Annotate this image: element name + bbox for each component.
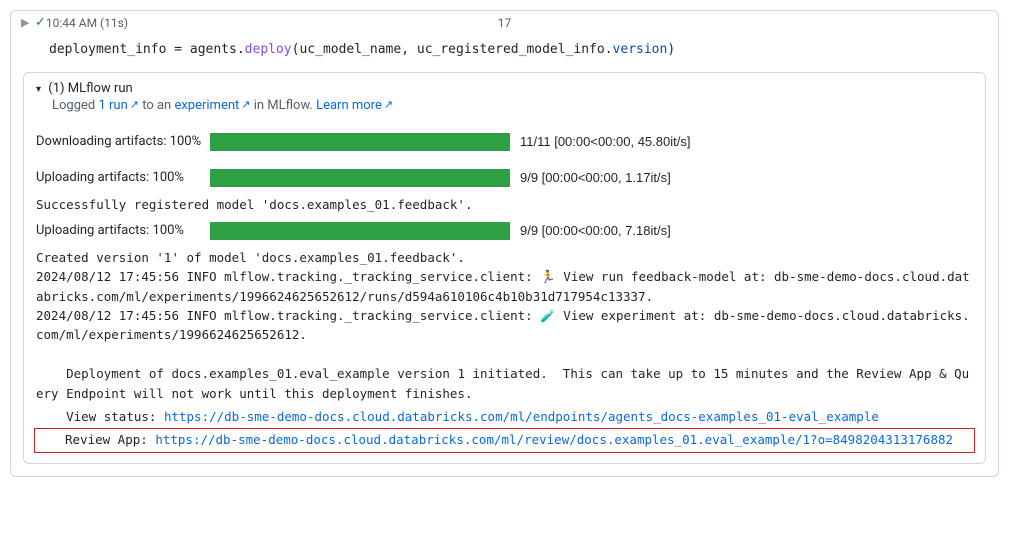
cell-output: ▾ (1) MLflow run Logged 1 run↗ to an exp… xyxy=(23,72,986,464)
cell-header: ▶ ✓ 10:44 AM (11s) 17 xyxy=(11,11,998,34)
progress-bar xyxy=(210,169,510,187)
notebook-cell: ▶ ✓ 10:44 AM (11s) 17 deployment_info = … xyxy=(10,10,999,477)
review-app-highlight: Review App: https://db-sme-demo-docs.clo… xyxy=(34,428,975,452)
code-editor[interactable]: deployment_info = agents.deploy(uc_model… xyxy=(11,34,998,72)
log-output: Created version '1' of model 'docs.examp… xyxy=(24,244,985,407)
progress-bar xyxy=(210,222,510,240)
progress-label: Uploading artifacts: 100% xyxy=(36,223,204,238)
log-line: Successfully registered model 'docs.exam… xyxy=(24,191,985,218)
mlflow-run-title: (1) MLflow run xyxy=(48,81,132,96)
cell-execution-count: 17 xyxy=(263,16,747,30)
mlflow-run-link[interactable]: 1 run↗ xyxy=(98,98,139,113)
progress-stats: 11/11 [00:00<00:00, 45.80it/s] xyxy=(520,134,690,149)
progress-label: Uploading artifacts: 100% xyxy=(36,170,204,185)
success-check-icon: ✓ xyxy=(35,15,46,30)
progress-label: Downloading artifacts: 100% xyxy=(36,134,204,149)
progress-stats: 9/9 [00:00<00:00, 7.18it/s] xyxy=(520,223,671,238)
progress-row: Uploading artifacts: 100% 9/9 [00:00<00:… xyxy=(24,218,985,244)
mlflow-run-toggle[interactable]: ▾ (1) MLflow run xyxy=(24,73,985,98)
external-link-icon: ↗ xyxy=(241,98,250,111)
review-app-link[interactable]: https://db-sme-demo-docs.cloud.databrick… xyxy=(155,432,953,447)
external-link-icon: ↗ xyxy=(384,98,393,111)
cell-timestamp: 10:44 AM (11s) xyxy=(46,16,128,30)
progress-stats: 9/9 [00:00<00:00, 1.17it/s] xyxy=(520,170,671,185)
view-status-link[interactable]: https://db-sme-demo-docs.cloud.databrick… xyxy=(164,409,879,424)
mlflow-run-subtitle: Logged 1 run↗ to an experiment↗ in MLflo… xyxy=(24,98,985,123)
progress-bar xyxy=(210,133,510,151)
run-icon[interactable]: ▶ xyxy=(21,16,35,29)
progress-row: Downloading artifacts: 100% 11/11 [00:00… xyxy=(24,129,985,155)
progress-row: Uploading artifacts: 100% 9/9 [00:00<00:… xyxy=(24,165,985,191)
external-link-icon: ↗ xyxy=(130,98,139,111)
view-status-line: View status: https://db-sme-demo-docs.cl… xyxy=(24,407,985,426)
mlflow-experiment-link[interactable]: experiment↗ xyxy=(174,98,250,113)
mlflow-learn-more-link[interactable]: Learn more↗ xyxy=(316,98,393,113)
chevron-down-icon: ▾ xyxy=(36,84,41,95)
